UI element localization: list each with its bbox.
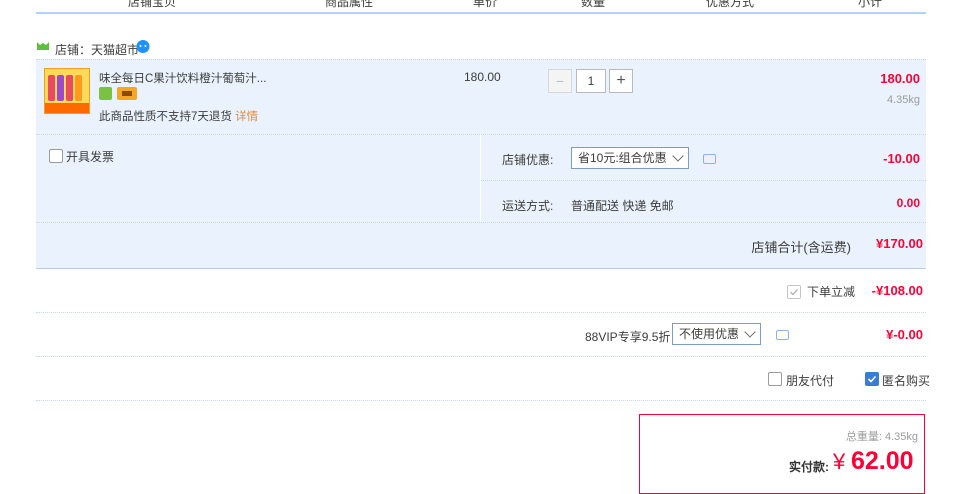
return-notice-row: 此商品性质不支持7天退货 详情 xyxy=(99,108,258,124)
pay-label: 实付款: xyxy=(789,460,829,474)
shipping-value: 普通配送 快递 免邮 xyxy=(571,199,674,213)
message-icon[interactable] xyxy=(703,154,716,164)
header-col-discount: 优惠方式 xyxy=(706,0,755,9)
shop-discount-label: 店铺优惠: xyxy=(502,153,554,167)
vip-discount-value: 不使用优惠 xyxy=(679,327,740,341)
order-discount-amount: -¥108.00 xyxy=(871,283,923,298)
friend-pay-checkbox[interactable] xyxy=(768,372,782,386)
header-divider xyxy=(645,0,646,12)
shop-discount-amount: -10.00 xyxy=(883,151,920,166)
vip-amount: ¥-0.00 xyxy=(886,327,923,342)
table-header: 店铺宝贝 商品属性 单价 数量 优惠方式 小计 xyxy=(36,0,926,14)
quantity-input[interactable]: 1 xyxy=(576,69,606,93)
shop-total-label: 店铺合计(含运费) xyxy=(751,240,851,255)
invoice-checkbox[interactable] xyxy=(49,149,63,163)
guarantee-badge-icon[interactable] xyxy=(99,87,112,100)
divider xyxy=(36,356,926,357)
message-icon[interactable] xyxy=(776,330,789,340)
header-col-qty: 数量 xyxy=(581,0,606,9)
vip-label: 88VIP专享9.5折 xyxy=(585,330,671,344)
header-col-item: 店铺宝贝 xyxy=(128,0,177,9)
currency-symbol: ¥ xyxy=(833,449,846,474)
chevron-down-icon xyxy=(744,326,756,338)
shipping-amount: 0.00 xyxy=(896,196,920,210)
pay-amount: 62.00 xyxy=(851,447,914,475)
tmall-cat-icon xyxy=(36,40,50,52)
header-divider xyxy=(427,0,428,12)
shop-discount-value: 省10元:组合优惠 xyxy=(578,151,667,165)
unit-price: 180.00 xyxy=(464,70,501,84)
divider xyxy=(36,312,926,313)
card-badge-icon[interactable] xyxy=(117,87,137,100)
item-subtotal: 180.00 xyxy=(880,71,920,86)
shop-discount-select[interactable]: 省10元:组合优惠 xyxy=(571,147,689,169)
total-weight-value: 4.35kg xyxy=(884,431,918,443)
total-weight-label: 总重量: xyxy=(845,431,882,443)
shop-total-amount: ¥170.00 xyxy=(876,236,923,251)
anonymous-checkbox[interactable] xyxy=(865,372,879,386)
chat-bubble-icon[interactable] xyxy=(135,39,151,54)
divider xyxy=(481,180,926,181)
header-col-subtotal: 小计 xyxy=(858,0,883,9)
divider xyxy=(36,400,926,401)
header-divider xyxy=(808,0,809,12)
shipping-label: 运送方式: xyxy=(502,199,554,213)
header-col-price: 单价 xyxy=(473,0,498,9)
invoice-label: 开具发票 xyxy=(66,150,115,164)
product-thumbnail[interactable] xyxy=(44,68,90,114)
header-divider xyxy=(536,0,537,12)
vip-discount-select[interactable]: 不使用优惠 xyxy=(672,323,761,345)
item-weight: 4.35kg xyxy=(886,94,920,106)
shop-name[interactable]: 店铺：天猫超市 xyxy=(55,41,139,58)
header-col-attr: 商品属性 xyxy=(325,0,374,9)
quantity-plus-button[interactable]: + xyxy=(609,69,633,93)
detail-link[interactable]: 详情 xyxy=(235,111,258,123)
friend-pay-label: 朋友代付 xyxy=(786,374,835,388)
anonymous-label: 匿名购买 xyxy=(882,374,931,388)
product-title[interactable]: 味全每日C果汁饮料橙汁葡萄汁... xyxy=(99,70,266,86)
return-notice: 此商品性质不支持7天退货 xyxy=(99,111,232,123)
quantity-minus-button[interactable]: − xyxy=(548,69,572,93)
total-weight-row: 总重量: 4.35kg xyxy=(846,428,918,444)
order-discount-checkbox[interactable] xyxy=(787,285,801,299)
order-discount-label: 下单立减 xyxy=(807,285,856,299)
chevron-down-icon xyxy=(672,150,684,162)
